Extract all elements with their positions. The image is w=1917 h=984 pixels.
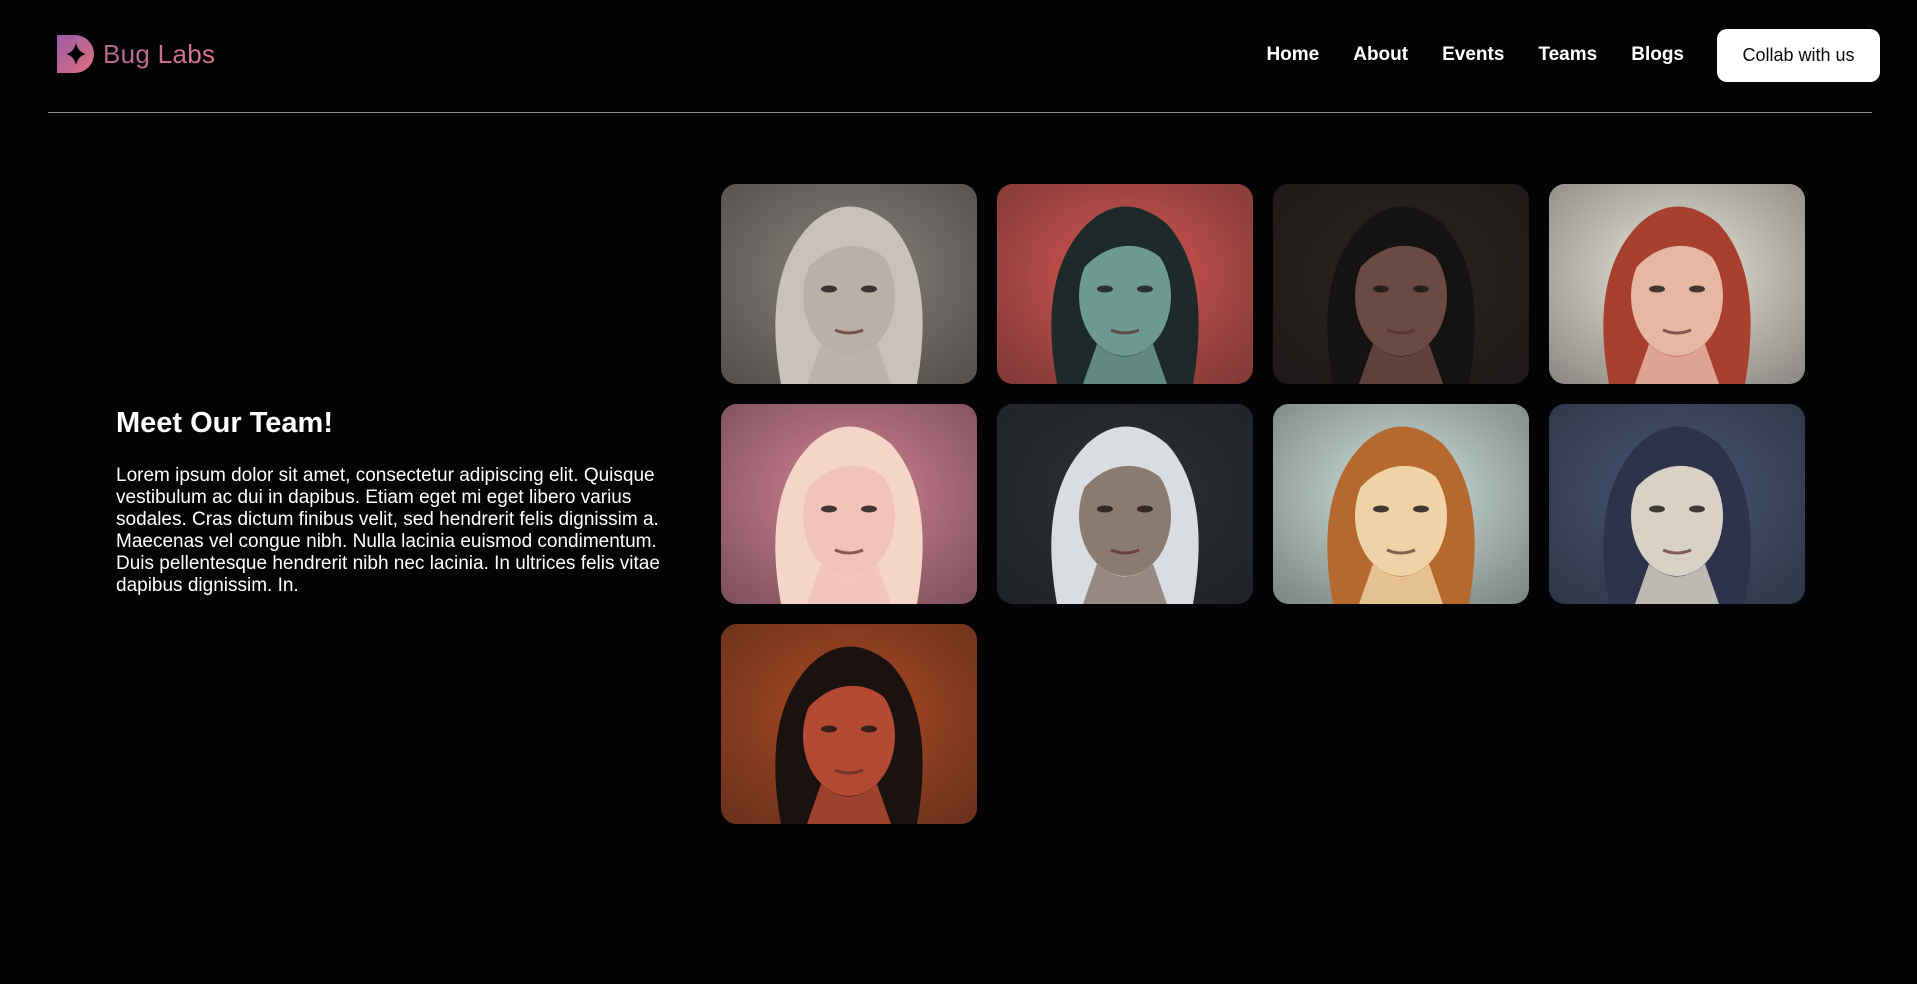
nav-teams[interactable]: Teams — [1538, 44, 1597, 66]
nav-about[interactable]: About — [1353, 44, 1408, 66]
site-header: Bug Labs Home About Events Teams Blogs C… — [0, 0, 1917, 112]
team-intro: Meet Our Team! Lorem ipsum dolor sit ame… — [116, 407, 691, 597]
collab-button[interactable]: Collab with us — [1717, 29, 1880, 82]
team-member-card[interactable] — [721, 404, 977, 604]
page-title: Meet Our Team! — [116, 407, 334, 439]
nav-events[interactable]: Events — [1442, 44, 1504, 66]
team-member-card[interactable] — [1549, 404, 1805, 604]
intro-paragraph: Lorem ipsum dolor sit amet, consectetur … — [116, 465, 660, 596]
ginger-boy-profile-portrait — [1273, 404, 1529, 604]
team-member-card[interactable] — [721, 624, 977, 824]
nav-home[interactable]: Home — [1266, 44, 1319, 66]
dark-haired-boy-portrait — [1273, 184, 1529, 384]
team-member-card[interactable] — [997, 404, 1253, 604]
pink-haired-bunny-girl-portrait — [721, 404, 977, 604]
team-member-card[interactable] — [997, 184, 1253, 384]
red-haired-girl-flower-portrait — [1549, 184, 1805, 384]
team-grid — [721, 184, 1805, 824]
team-member-card[interactable] — [721, 184, 977, 384]
team-member-card[interactable] — [1549, 184, 1805, 384]
team-member-card[interactable] — [1273, 404, 1529, 604]
underwater-dancer-portrait — [1549, 404, 1805, 604]
green-man-red-background-portrait — [997, 184, 1253, 384]
brand-name: Bug Labs — [103, 38, 216, 69]
main-nav: Home About Events Teams Blogs — [1266, 44, 1684, 66]
white-haired-man-portrait — [997, 404, 1253, 604]
team-member-card[interactable] — [1273, 184, 1529, 384]
bug-labs-logo-icon — [57, 35, 94, 73]
nav-blogs[interactable]: Blogs — [1631, 44, 1684, 66]
header-divider — [48, 112, 1872, 113]
brand-logo[interactable]: Bug Labs — [55, 34, 215, 74]
grayscale-woman-portrait — [721, 184, 977, 384]
horned-demon-portrait — [721, 624, 977, 824]
